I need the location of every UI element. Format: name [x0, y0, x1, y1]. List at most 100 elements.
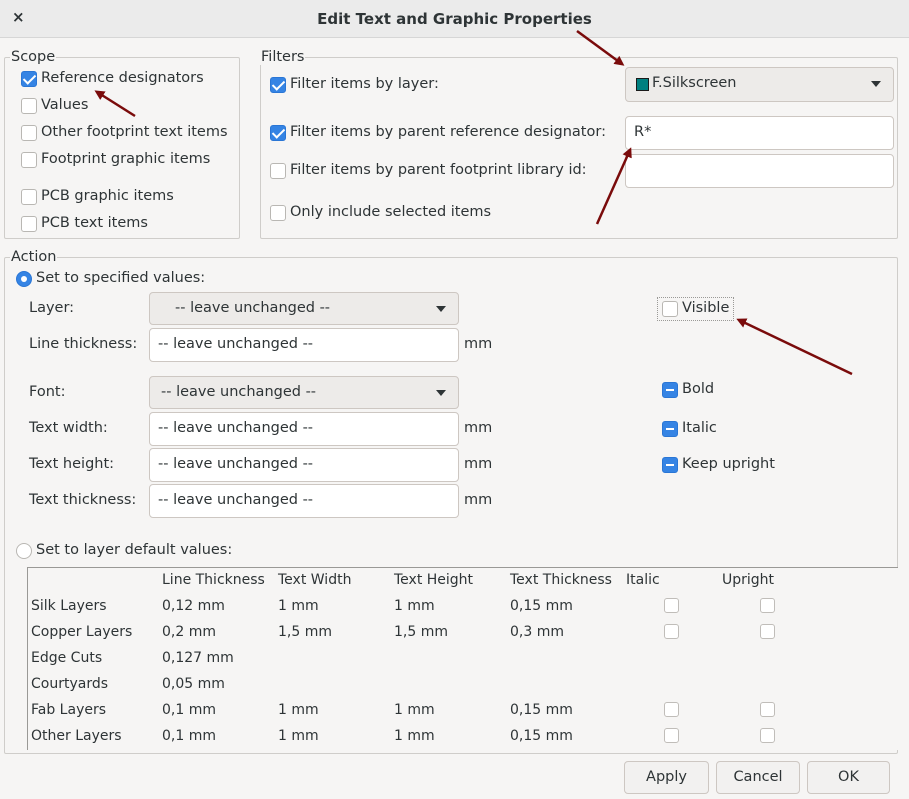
cancel-button[interactable]: Cancel: [716, 761, 800, 794]
cell-upright-checkbox[interactable]: [760, 702, 775, 717]
italic-label: Italic: [682, 420, 717, 436]
set-specified-label: Set to specified values:: [36, 270, 206, 286]
filter-by-lib-label: Filter items by parent footprint library…: [290, 162, 587, 178]
cell-italic-checkbox[interactable]: [664, 598, 679, 613]
cell-text-height[interactable]: 1 mm: [394, 728, 435, 744]
layer-dropdown-value: -- leave unchanged --: [175, 300, 331, 316]
filter-layer-value: F.Silkscreen: [652, 75, 737, 91]
filter-by-ref-label: Filter items by parent reference designa…: [290, 124, 606, 140]
scope-pcb-text-label: PCB text items: [41, 215, 148, 231]
text-height-unit: mm: [464, 456, 493, 472]
scope-pcb-graphic-label: PCB graphic items: [41, 188, 174, 204]
filter-by-ref-checkbox[interactable]: [270, 125, 286, 141]
cell-upright-checkbox[interactable]: [760, 624, 775, 639]
layer-defaults-grid: [27, 567, 898, 750]
scope-label: Scope: [10, 49, 57, 65]
text-height-input[interactable]: -- leave unchanged --: [149, 448, 459, 482]
cell-italic-checkbox[interactable]: [664, 728, 679, 743]
filter-by-lib-checkbox[interactable]: [270, 163, 286, 179]
text-thickness-value: -- leave unchanged --: [158, 492, 314, 508]
filter-by-layer-label: Filter items by layer:: [290, 76, 439, 92]
ok-button[interactable]: OK: [807, 761, 890, 794]
set-default-label: Set to layer default values:: [36, 542, 233, 558]
cell-text-thickness[interactable]: 0,3 mm: [510, 624, 564, 640]
text-width-input[interactable]: -- leave unchanged --: [149, 412, 459, 446]
text-width-label: Text width:: [29, 420, 108, 436]
layer-label: Layer:: [29, 300, 75, 316]
selected-only-checkbox[interactable]: [270, 205, 286, 221]
filters-label: Filters: [260, 49, 306, 65]
cell-italic-checkbox[interactable]: [664, 702, 679, 717]
bold-label: Bold: [682, 381, 715, 397]
filter-ref-value: R*: [634, 124, 652, 140]
cell-upright-checkbox[interactable]: [760, 598, 775, 613]
row-label: Copper Layers: [31, 624, 133, 640]
column-header-upright: Upright: [722, 572, 775, 588]
cell-line-thickness[interactable]: 0,05 mm: [162, 676, 225, 692]
row-label: Other Layers: [31, 728, 122, 744]
scope-ref-designators-checkbox[interactable]: [21, 71, 37, 87]
keep-upright-checkbox[interactable]: [662, 457, 678, 473]
scope-pcb-graphic-checkbox[interactable]: [21, 189, 37, 205]
font-label: Font:: [29, 384, 66, 400]
font-dropdown-value: -- leave unchanged --: [161, 384, 317, 400]
column-header-text-height: Text Height: [394, 572, 474, 588]
filter-ref-input[interactable]: R*: [625, 116, 894, 150]
cell-text-thickness[interactable]: 0,15 mm: [510, 702, 573, 718]
scope-footprint-graphic-label: Footprint graphic items: [41, 151, 211, 167]
cell-text-thickness[interactable]: 0,15 mm: [510, 728, 573, 744]
filter-layer-dropdown[interactable]: F.Silkscreen: [625, 67, 894, 102]
scope-other-footprint-text-checkbox[interactable]: [21, 125, 37, 141]
cell-line-thickness[interactable]: 0,1 mm: [162, 702, 216, 718]
cell-text-width[interactable]: 1 mm: [278, 598, 319, 614]
set-default-radio[interactable]: [16, 543, 32, 559]
visible-label: Visible: [682, 300, 730, 316]
chevron-down-icon: [871, 81, 881, 87]
line-thickness-input[interactable]: -- leave unchanged --: [149, 328, 459, 362]
italic-checkbox[interactable]: [662, 421, 678, 437]
line-thickness-value: -- leave unchanged --: [158, 336, 314, 352]
cell-line-thickness[interactable]: 0,127 mm: [162, 650, 234, 666]
layer-dropdown[interactable]: -- leave unchanged --: [149, 292, 459, 325]
text-height-value: -- leave unchanged --: [158, 456, 314, 472]
row-label: Fab Layers: [31, 702, 107, 718]
set-specified-radio[interactable]: [16, 271, 32, 287]
row-label: Silk Layers: [31, 598, 107, 614]
cell-text-height[interactable]: 1 mm: [394, 598, 435, 614]
scope-footprint-graphic-checkbox[interactable]: [21, 152, 37, 168]
cell-line-thickness[interactable]: 0,2 mm: [162, 624, 216, 640]
row-label: Edge Cuts: [31, 650, 103, 666]
text-width-unit: mm: [464, 420, 493, 436]
cell-line-thickness[interactable]: 0,1 mm: [162, 728, 216, 744]
chevron-down-icon: [436, 306, 446, 312]
column-header-text-thickness: Text Thickness: [510, 572, 612, 588]
filter-by-layer-checkbox[interactable]: [270, 77, 286, 93]
text-thickness-label: Text thickness:: [29, 492, 137, 508]
text-height-label: Text height:: [29, 456, 115, 472]
scope-ref-designators-label: Reference designators: [41, 70, 204, 86]
scope-pcb-text-checkbox[interactable]: [21, 216, 37, 232]
cell-text-thickness[interactable]: 0,15 mm: [510, 598, 573, 614]
cell-text-height[interactable]: 1,5 mm: [394, 624, 448, 640]
visible-checkbox[interactable]: [662, 301, 678, 317]
cell-text-width[interactable]: 1 mm: [278, 728, 319, 744]
cell-upright-checkbox[interactable]: [760, 728, 775, 743]
cell-line-thickness[interactable]: 0,12 mm: [162, 598, 225, 614]
cell-italic-checkbox[interactable]: [664, 624, 679, 639]
filter-lib-input[interactable]: [625, 154, 894, 188]
column-header-line-thickness: Line Thickness: [162, 572, 265, 588]
row-label: Courtyards: [31, 676, 109, 692]
scope-values-checkbox[interactable]: [21, 98, 37, 114]
cell-text-width[interactable]: 1,5 mm: [278, 624, 332, 640]
bold-checkbox[interactable]: [662, 382, 678, 398]
cell-text-height[interactable]: 1 mm: [394, 702, 435, 718]
scope-other-footprint-text-label: Other footprint text items: [41, 124, 228, 140]
keep-upright-label: Keep upright: [682, 456, 775, 472]
action-label: Action: [10, 249, 58, 265]
text-thickness-input[interactable]: -- leave unchanged --: [149, 484, 459, 518]
text-width-value: -- leave unchanged --: [158, 420, 314, 436]
font-dropdown[interactable]: -- leave unchanged --: [149, 376, 459, 409]
cell-text-width[interactable]: 1 mm: [278, 702, 319, 718]
apply-button[interactable]: Apply: [624, 761, 709, 794]
scope-values-label: Values: [41, 97, 89, 113]
